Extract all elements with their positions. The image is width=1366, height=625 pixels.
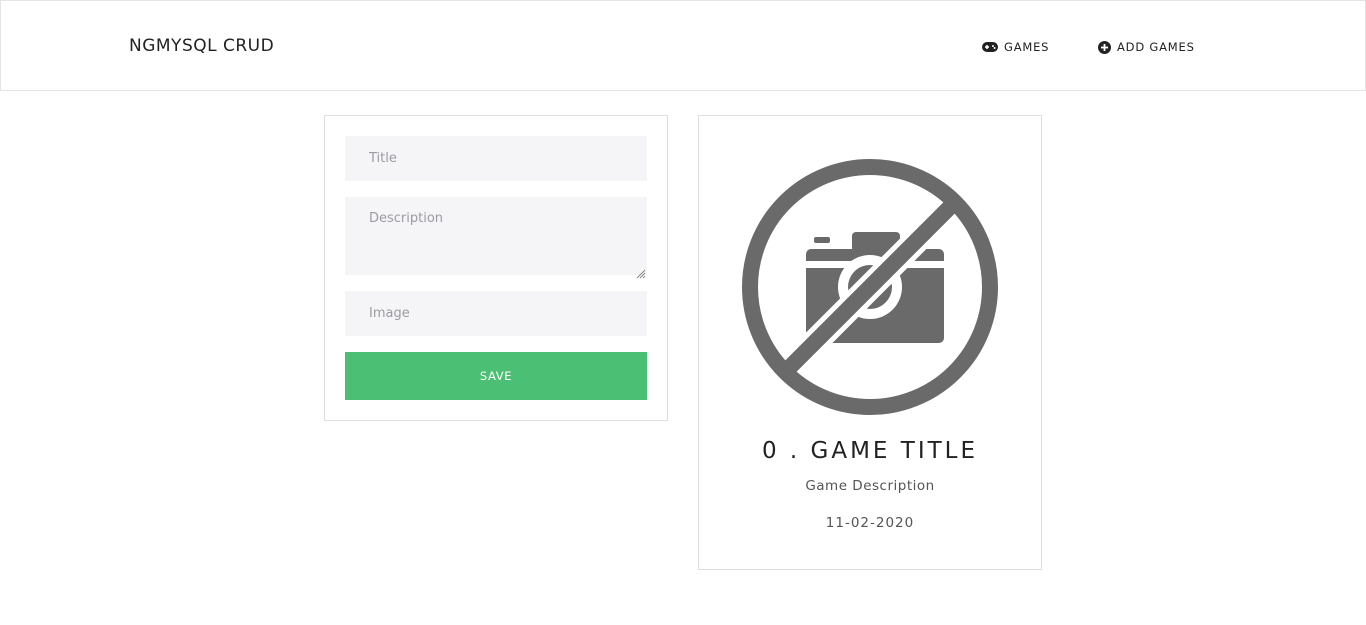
- game-form: SAVE: [324, 115, 668, 421]
- plus-circle-icon: [1098, 40, 1111, 54]
- no-photo-icon: [742, 159, 998, 419]
- image-input[interactable]: [345, 291, 647, 336]
- nav-link-add-games[interactable]: ADD GAMES: [1098, 39, 1195, 55]
- brand-title[interactable]: NGMYSQL CRUD: [129, 36, 274, 56]
- nav-link-add-games-label: ADD GAMES: [1117, 40, 1195, 54]
- title-input[interactable]: [345, 136, 647, 181]
- nav-link-games[interactable]: GAMES: [982, 39, 1049, 55]
- game-title: 0 . GAME TITLE: [761, 438, 979, 464]
- description-textarea[interactable]: [345, 197, 647, 275]
- resize-grip-icon[interactable]: [636, 264, 646, 283]
- gamepad-icon: [982, 42, 998, 52]
- nav-link-games-label: GAMES: [1004, 40, 1050, 54]
- game-card: 0 . GAME TITLE Game Description 11-02-20…: [698, 115, 1042, 570]
- save-button[interactable]: SAVE: [345, 352, 647, 400]
- game-date: 11-02-2020: [825, 515, 915, 531]
- game-description: Game Description: [805, 478, 935, 494]
- navbar: NGMYSQL CRUD GAMES ADD GAMES: [0, 0, 1366, 91]
